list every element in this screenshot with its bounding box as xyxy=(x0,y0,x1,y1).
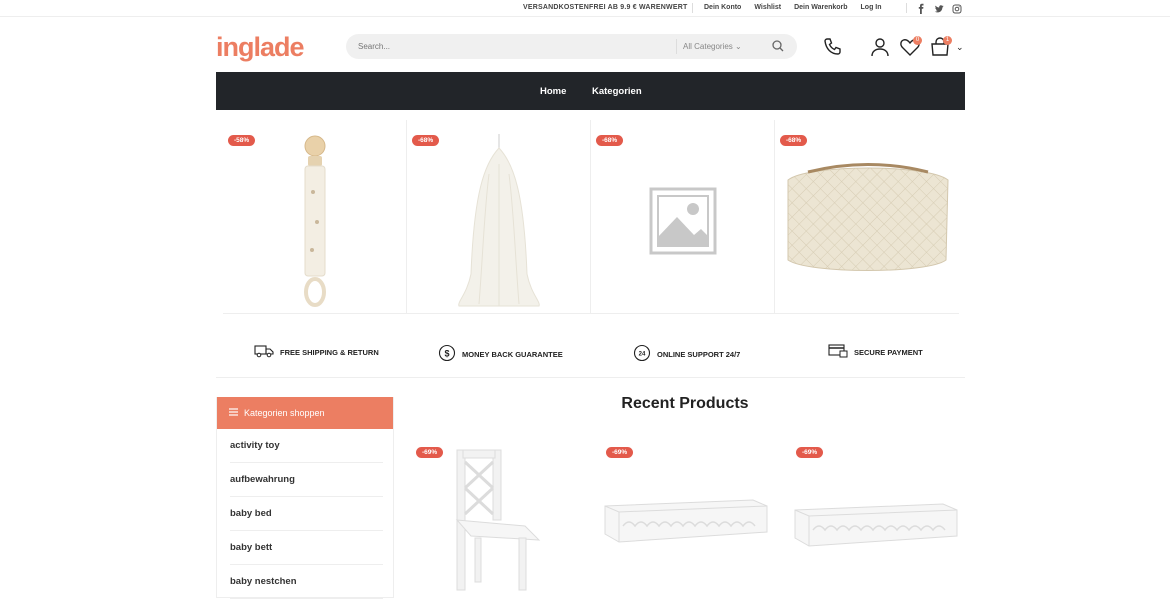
placeholder-image xyxy=(649,187,717,255)
category-item-activity-toy[interactable]: activity toy xyxy=(230,429,383,463)
product-card[interactable]: -58% xyxy=(223,120,407,314)
white-shelf-image xyxy=(794,503,958,547)
category-list: activity toy aufbewahrung baby bed baby … xyxy=(217,429,393,599)
category-item-aufbewahrung[interactable]: aufbewahrung xyxy=(230,463,383,497)
category-item-baby-bed[interactable]: baby bed xyxy=(230,497,383,531)
sale-badge: -68% xyxy=(596,135,624,146)
product-card[interactable]: -69% xyxy=(791,432,961,598)
wishlist-count-badge: 0 xyxy=(913,36,922,45)
divider xyxy=(676,39,677,54)
svg-text:24: 24 xyxy=(639,352,646,358)
white-shelf-image xyxy=(604,499,768,543)
cart-link[interactable]: Dein Warenkorb xyxy=(794,4,847,11)
sale-badge: -68% xyxy=(780,135,808,146)
facebook-icon[interactable] xyxy=(916,2,926,14)
instagram-icon[interactable] xyxy=(952,2,962,14)
category-sidebar: Kategorien shoppen activity toy aufbewah… xyxy=(216,397,394,599)
chevron-down-icon[interactable]: ⌄ xyxy=(956,42,964,53)
product-card[interactable]: -68% xyxy=(407,120,591,314)
pacifier-clip-image xyxy=(304,135,326,307)
sale-badge: -68% xyxy=(412,135,440,146)
menu-icon xyxy=(229,408,238,418)
nav-home[interactable]: Home xyxy=(540,86,566,97)
sale-badge: -58% xyxy=(228,135,256,146)
user-icon[interactable] xyxy=(869,36,891,63)
sale-badge: -69% xyxy=(796,447,824,458)
category-select-label: All Categories xyxy=(683,42,733,51)
login-link[interactable]: Log In xyxy=(861,4,882,11)
nav-categories[interactable]: Kategorien xyxy=(592,86,642,97)
payment-icon xyxy=(828,344,848,360)
site-header: inglade All Categories ⌄ 0 1 ⌄ xyxy=(216,28,966,68)
money-icon: $ xyxy=(438,344,456,364)
my-account-link[interactable]: Dein Konto xyxy=(704,4,741,11)
search-input[interactable] xyxy=(358,39,658,54)
sale-badge: -69% xyxy=(416,447,444,458)
divider xyxy=(906,3,907,13)
feature-label: ONLINE SUPPORT 24/7 xyxy=(657,349,741,359)
social-links xyxy=(916,2,962,14)
feature-item: 24 ONLINE SUPPORT 24/7 xyxy=(633,344,740,364)
quilted-bag-image xyxy=(787,163,949,271)
search-icon[interactable] xyxy=(771,39,785,58)
chevron-down-icon: ⌄ xyxy=(735,42,742,51)
feature-label: SECURE PAYMENT xyxy=(854,347,923,357)
product-card[interactable]: -68% xyxy=(591,120,775,314)
sale-badge: -69% xyxy=(606,447,634,458)
product-card[interactable]: -69% xyxy=(411,432,581,598)
site-logo[interactable]: inglade xyxy=(216,32,305,63)
account-links: Dein Konto Wishlist Dein Warenkorb Log I… xyxy=(704,4,882,11)
section-title: Recent Products xyxy=(621,395,749,412)
sidebar-title: Kategorien shoppen xyxy=(244,408,325,418)
category-item-baby-bett[interactable]: baby bett xyxy=(230,531,383,565)
wishlist-link[interactable]: Wishlist xyxy=(754,4,781,11)
sidebar-header[interactable]: Kategorien shoppen xyxy=(217,397,393,429)
featured-products: -58% -68% -68% -68% xyxy=(223,120,959,314)
category-item-baby-nestchen[interactable]: baby nestchen xyxy=(230,565,383,599)
white-chair-image xyxy=(455,449,541,591)
feature-label: MONEY BACK GUARANTEE xyxy=(462,349,563,359)
support-24-icon: 24 xyxy=(633,344,651,364)
product-card[interactable]: -68% xyxy=(775,120,959,314)
feature-item: FREE SHIPPING & RETURN xyxy=(254,344,379,360)
phone-icon[interactable] xyxy=(822,36,844,63)
main-nav: Home Kategorien xyxy=(216,72,965,110)
truck-icon xyxy=(254,344,274,360)
product-card[interactable]: -69% xyxy=(601,432,771,598)
shipping-message: VERSANDKOSTENFREI AB 9.9 € WARENWERT xyxy=(523,4,688,11)
feature-item: $ MONEY BACK GUARANTEE xyxy=(438,344,563,364)
top-bar: VERSANDKOSTENFREI AB 9.9 € WARENWERT Dei… xyxy=(0,0,1170,17)
svg-text:$: $ xyxy=(444,349,449,359)
feature-label: FREE SHIPPING & RETURN xyxy=(280,347,379,357)
feature-strip: FREE SHIPPING & RETURN $ MONEY BACK GUAR… xyxy=(216,330,965,378)
divider xyxy=(692,3,693,13)
category-select[interactable]: All Categories ⌄ xyxy=(683,42,742,51)
twitter-icon[interactable] xyxy=(934,2,944,14)
feature-item: SECURE PAYMENT xyxy=(828,344,923,360)
canopy-image xyxy=(458,134,540,307)
search-bar: All Categories ⌄ xyxy=(346,34,797,59)
cart-count-badge: 1 xyxy=(943,36,952,45)
